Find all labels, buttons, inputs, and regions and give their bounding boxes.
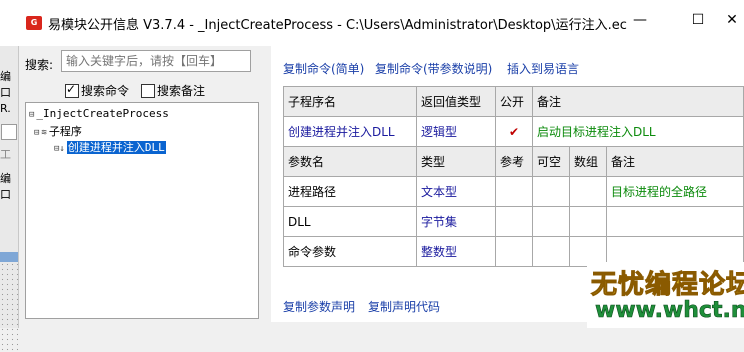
search-commands-checkbox[interactable]: 搜索命令 [65,82,129,99]
param-nullable [532,236,570,267]
param-name: 进程路径 [283,176,417,207]
param-ref [495,176,533,207]
tree-item-selected[interactable]: ⊟↓ 创建进程并注入DLL [54,139,166,155]
param-ref [495,206,533,237]
column-header: 公开 [495,86,533,117]
param-ref [495,236,533,267]
search-input[interactable] [61,50,251,72]
bg-fragment: 编口 [0,172,11,201]
param-type: 文本型 [416,176,496,207]
param-note [606,206,744,237]
param-name: DLL [283,206,417,237]
checkbox-checked-icon[interactable] [65,82,79,98]
param-type: 字节集 [416,206,496,237]
column-header: 返回值类型 [416,86,496,117]
param-array [569,176,607,207]
return-type: 逻辑型 [416,116,496,147]
watermark-title: 无忧编程论坛 [590,270,744,301]
bg-fragment: 编口 [0,70,11,99]
column-header: 参数名 [283,146,417,177]
column-header: 可空 [532,146,570,177]
table-row[interactable]: 创建进程并注入DLL 逻辑型 ✔ 启动目标进程注入DLL [283,116,744,147]
search-notes-checkbox[interactable]: 搜索备注 [141,82,205,99]
subprogram-note: 启动目标进程注入DLL [532,116,744,147]
maximize-button[interactable]: ☐ [683,8,713,32]
checkbox-label: 搜索备注 [157,84,206,98]
tree-root[interactable]: ⊟ _InjectCreateProcess [29,107,169,120]
table-header-row: 子程序名 返回值类型 公开 备注 [283,86,744,117]
search-label: 搜索: [25,58,54,72]
copy-simple-link[interactable]: 复制命令(简单) [283,60,364,77]
column-header: 备注 [532,86,744,117]
bg-fragment: 工 [0,148,11,161]
param-array [569,206,607,237]
bg-box [1,124,17,140]
column-header: 参考 [495,146,533,177]
param-name: 命令参数 [283,236,417,267]
param-note: 目标进程的全路径 [606,176,744,207]
insert-to-lang-link[interactable]: 插入到易语言 [507,60,579,77]
tree-root-label: _InjectCreateProcess [36,107,169,120]
table-row[interactable]: 进程路径 文本型 目标进程的全路径 [283,176,744,207]
column-header: 类型 [416,146,496,177]
app-icon: G [26,16,42,30]
bg-fragment: R. [0,102,11,115]
table-header-row: 参数名 类型 参考 可空 数组 备注 [283,146,744,177]
checkbox-unchecked-icon[interactable] [141,83,155,98]
column-header: 备注 [606,146,744,177]
tree-group[interactable]: ⊟ ≋ 子程序 [34,123,82,139]
checkbox-label: 搜索命令 [81,84,130,98]
copy-param-decl-link[interactable]: 复制参数声明 [283,298,355,315]
bg-dotted-area [0,262,18,352]
title-bar: G 易模块公开信息 V3.7.4 - _InjectCreateProcess … [0,0,744,46]
copy-decl-code-link[interactable]: 复制声明代码 [368,298,440,315]
stack-icon: ≋ [41,128,47,138]
left-pane: 搜索: 搜索命令 搜索备注 ⊟_InjectCreateProcess ⊟≋子程… [19,46,265,322]
subprogram-name: 创建进程并注入DLL [283,116,417,147]
background-window-strip: 编口 R. 工 编口 [0,46,19,352]
watermark-logo: 无忧编程论坛 www.whct.net [587,262,744,328]
tree-group-label: 子程序 [48,125,82,138]
close-button[interactable]: ✕ [720,8,744,32]
module-tree[interactable]: ⊟ _InjectCreateProcess ⊟ ≋ 子程序 ⊟↓ 创建进程并注入DLL [25,102,259,319]
table-row[interactable]: DLL 字节集 [283,206,744,237]
watermark-url: www.whct.net [595,298,744,324]
column-header: 子程序名 [283,86,417,117]
minimize-button[interactable]: — [625,8,655,32]
column-header: 数组 [569,146,607,177]
subprogram-table: 子程序名 返回值类型 公开 备注 创建进程并注入DLL 逻辑型 ✔ 启动目标进程… [283,86,744,267]
tree-item-label: 创建进程并注入DLL [66,141,166,154]
function-icon: ⊟↓ [54,144,65,154]
param-nullable [532,176,570,207]
bg-selection [0,252,18,262]
param-type: 整数型 [416,236,496,267]
public-check-icon: ✔ [495,116,533,147]
module-icon: ⊟ [29,110,35,120]
copy-with-params-link[interactable]: 复制命令(带参数说明) [375,60,492,77]
param-nullable [532,206,570,237]
collapse-icon[interactable]: ⊟ [34,128,39,138]
window-title: 易模块公开信息 V3.7.4 - _InjectCreateProcess - … [48,18,627,33]
